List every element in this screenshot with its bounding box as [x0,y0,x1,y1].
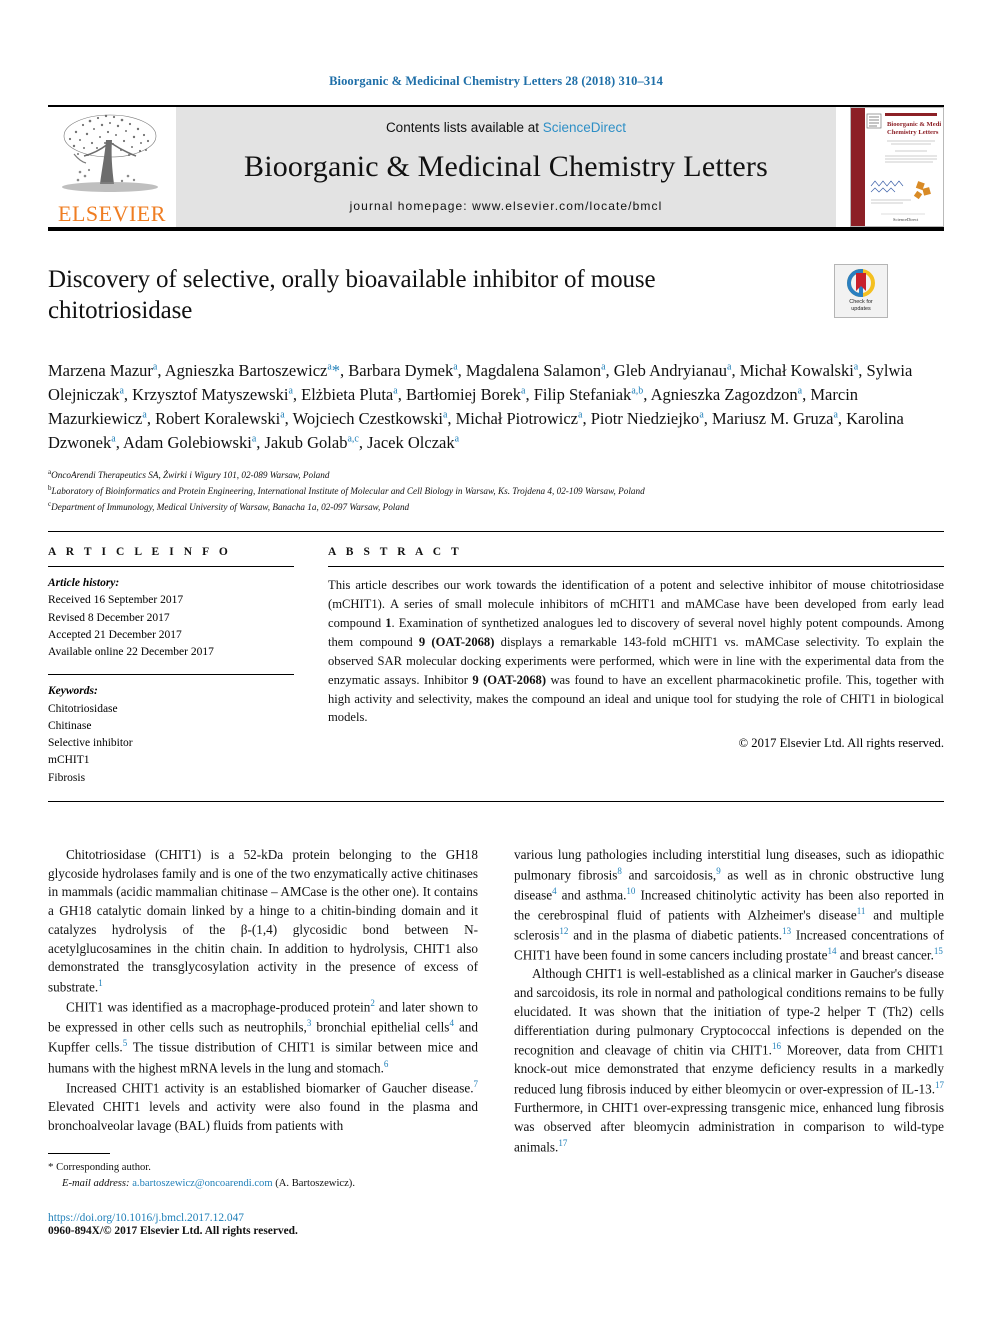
abstract-heading: A B S T R A C T [328,546,463,559]
elsevier-logo[interactable]: ELSEVIER [48,107,176,227]
email-link[interactable]: a.bartoszewicz@oncoarendi.com [132,1178,272,1189]
contents-available-line: Contents lists available at ScienceDirec… [386,120,626,135]
keyword-item: Chitinase [48,719,92,732]
article-info-heading: A R T I C L E I N F O [48,546,232,559]
body-paragraph: Although CHIT1 is well-established as a … [514,966,944,1155]
abstract-copyright: © 2017 Elsevier Ltd. All rights reserved… [738,736,944,751]
corresponding-author-text: Corresponding author. [56,1162,151,1174]
abstract-rule [328,566,944,568]
body-paragraph: Chitotriosidase (CHIT1) is a 52-kDa prot… [48,846,478,995]
masthead-center: Contents lists available at ScienceDirec… [176,107,836,227]
crossmark-icon [847,269,875,297]
crossmark-caption: Check for updates [849,299,873,313]
masthead-bottom-rule [48,227,944,231]
body-columns: Chitotriosidase (CHIT1) is a 52-kDa prot… [48,846,944,1237]
author-list: Marzena Mazura, Agnieszka Bartoszewicza*… [48,361,913,453]
svg-text:Chemistry Letters: Chemistry Letters [887,129,939,136]
journal-cover-thumbnail[interactable]: Bioorganic & Medicinal Chemistry Letters [850,107,944,227]
affiliation-list: aOncoArendi Therapeutics SA, Żwirki i Wi… [48,467,944,515]
article-info-rule [48,566,294,568]
keyword-item: Chitotriosidase [48,702,118,715]
body-paragraph: various lung pathologies including inter… [514,846,944,963]
doi-link[interactable]: https://doi.org/10.1016/j.bmcl.2017.12.0… [48,1212,478,1224]
body-column-right: various lung pathologies including inter… [514,846,944,1237]
elsevier-wordmark: ELSEVIER [58,201,166,226]
body-gutter [478,846,514,1237]
panel-bottom-rule [48,800,944,802]
keyword-item: Selective inhibitor [48,737,133,750]
footer-block: https://doi.org/10.1016/j.bmcl.2017.12.0… [48,1212,478,1237]
email-suffix: (A. Bartoszewicz). [275,1178,355,1189]
panel-gutter [294,546,328,787]
affiliation-text: OncoArendi Therapeutics SA, Żwirki i Wig… [51,470,330,481]
body-column-left: Chitotriosidase (CHIT1) is a 52-kDa prot… [48,846,478,1237]
info-abstract-panel: A R T I C L E I N F O Article history: R… [48,546,944,787]
affiliation-text: Laboratory of Bioinformatics and Protein… [51,486,645,497]
journal-cover-image: Bioorganic & Medicinal Chemistry Letters [851,108,943,226]
crossmark-badge[interactable]: Check for updates [834,264,888,318]
article-history-label: Article history: [48,577,120,590]
body-paragraph: Increased CHIT1 activity is an establish… [48,1078,478,1133]
body-paragraph: CHIT1 was identified as a macrophage-pro… [48,998,478,1075]
sciencedirect-link[interactable]: ScienceDirect [543,120,626,135]
issn-copyright-line: 0960-894X/© 2017 Elsevier Ltd. All right… [48,1224,298,1237]
keyword-item: mCHIT1 [48,754,90,767]
article-page: Bioorganic & Medicinal Chemistry Letters… [0,0,992,1323]
keywords-rule [48,674,294,676]
page-title: Discovery of selective, orally bioavaila… [48,266,656,324]
keywords-group: Keywords: Chitotriosidase Chitinase Sele… [48,683,294,787]
corresponding-author-note: * Corresponding author. E-mail address: … [48,1159,478,1191]
article-info-column: A R T I C L E I N F O Article history: R… [48,546,294,787]
title-block: Discovery of selective, orally bioavaila… [48,264,944,339]
history-accepted: Accepted 21 December 2017 [48,628,182,641]
history-revised: Revised 8 December 2017 [48,611,170,624]
article-history-group: Article history: Received 16 September 2… [48,575,294,661]
history-received: Received 16 September 2017 [48,594,184,607]
crossmark-caption-line1: Check for [849,299,873,305]
elsevier-tree-icon [62,114,158,192]
affiliation-text: Department of Immunology, Medical Univer… [51,502,410,513]
running-head: Bioorganic & Medicinal Chemistry Letters… [329,74,663,88]
email-line: E-mail address: a.bartoszewicz@oncoarend… [48,1176,478,1192]
keyword-item: Fibrosis [48,771,86,784]
footnote-rule [48,1153,110,1155]
affiliation-item: bLaboratory of Bioinformatics and Protei… [48,483,944,499]
history-available-online: Available online 22 December 2017 [48,646,214,659]
footnote-block: * Corresponding author. E-mail address: … [48,1153,478,1191]
abstract-column: A B S T R A C T This article describes o… [328,546,944,787]
crossmark-caption-line2: updates [851,305,871,312]
panel-top-rule [48,531,944,533]
abstract-text: This article describes our work towards … [328,578,944,725]
svg-text:Bioorganic & Medicinal: Bioorganic & Medicinal [887,121,941,128]
corresponding-author-line: * Corresponding author. [48,1159,478,1176]
affiliation-item: cDepartment of Immunology, Medical Unive… [48,499,944,515]
contents-prefix: Contents lists available at [385,120,543,135]
journal-title: Bioorganic & Medicinal Chemistry Letters [243,150,768,183]
journal-homepage-link[interactable]: journal homepage: www.elsevier.com/locat… [350,199,663,213]
keywords-label: Keywords: [48,685,98,698]
asterisk-icon: * [48,1161,54,1174]
affiliation-item: aOncoArendi Therapeutics SA, Żwirki i Wi… [48,467,944,483]
journal-masthead: ELSEVIER Contents lists available at Sci… [48,107,944,227]
email-label: E-mail address: [62,1178,130,1189]
svg-text:ScienceDirect: ScienceDirect [893,217,919,222]
